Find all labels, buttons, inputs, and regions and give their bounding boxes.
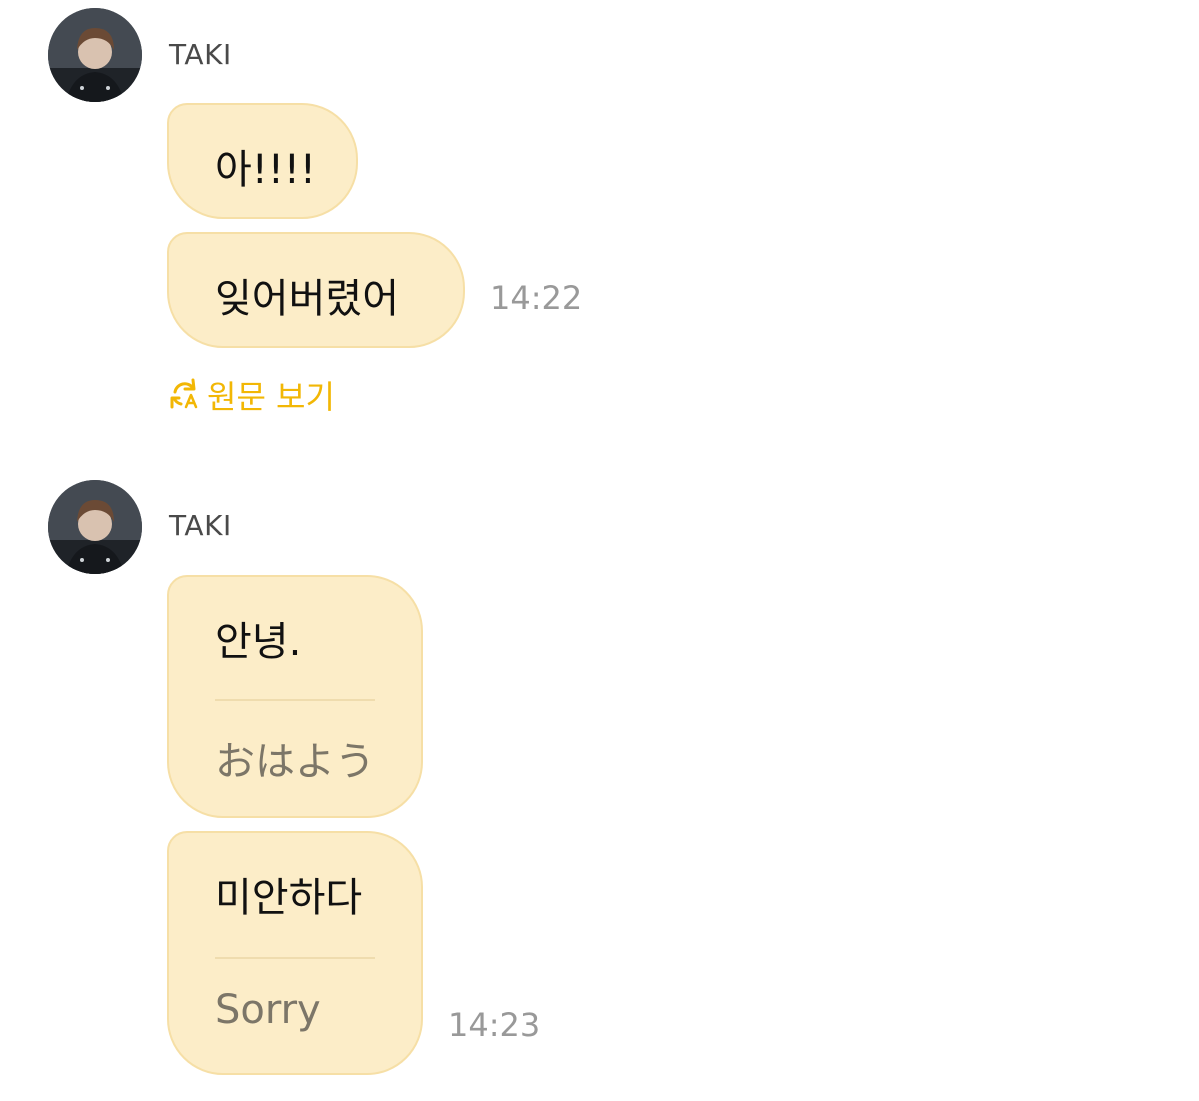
avatar[interactable] xyxy=(48,480,142,574)
message-time: 14:22 xyxy=(490,279,583,317)
translation-divider xyxy=(215,699,375,701)
sender-name: TAKI xyxy=(169,38,232,71)
message-text: 미안하다 xyxy=(215,875,363,921)
message-time: 14:23 xyxy=(448,1006,541,1044)
message-bubble[interactable]: 아!!!! xyxy=(167,103,358,219)
translation-divider xyxy=(215,957,375,959)
translate-refresh-icon xyxy=(167,376,201,414)
sender-name: TAKI xyxy=(169,509,232,542)
avatar[interactable] xyxy=(48,8,142,102)
message-text: 안녕. xyxy=(215,619,302,665)
message-bubble[interactable]: 잊어버렸어 xyxy=(167,232,465,348)
message-text: 아!!!! xyxy=(215,147,316,193)
translation-text: おはよう xyxy=(215,739,375,785)
translation-text: Sorry xyxy=(215,987,321,1033)
view-original-button[interactable]: 원문 보기 xyxy=(167,374,335,416)
profile-photo xyxy=(48,8,142,102)
message-text: 잊어버렸어 xyxy=(215,276,399,322)
message-bubble[interactable]: 미안하다 Sorry xyxy=(167,831,423,1075)
profile-photo xyxy=(48,480,142,574)
view-original-label: 원문 보기 xyxy=(207,378,335,416)
message-bubble[interactable]: 안녕. おはよう xyxy=(167,575,423,818)
